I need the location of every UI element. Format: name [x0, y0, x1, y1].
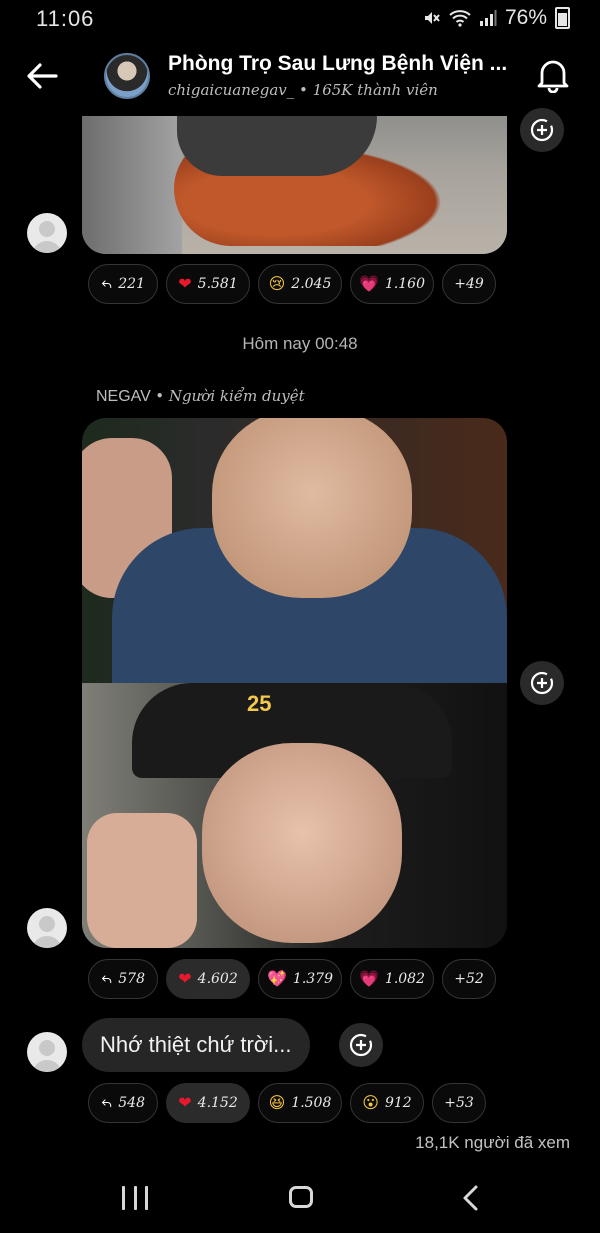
sad-face-icon: 😢 — [268, 274, 286, 293]
reaction-chip-heart[interactable]: ❤ 4.152 — [166, 1083, 250, 1123]
battery-icon — [555, 7, 570, 29]
reply-chip[interactable]: 578 — [88, 959, 158, 999]
reaction-chip-sparkling-heart[interactable]: 💖 1.379 — [258, 959, 342, 999]
reactions-row-2: 578 ❤ 4.602 💖 1.379 💗 1.082 +52 — [88, 959, 496, 999]
reaction-chip-heart[interactable]: ❤ 5.581 — [166, 264, 250, 304]
reaction-chip-grinning[interactable]: 😆 1.508 — [258, 1083, 342, 1123]
photo-selfie-cap[interactable]: 25 — [82, 683, 507, 948]
reply-icon — [102, 280, 112, 289]
timestamp: Hôm nay 00:48 — [242, 334, 358, 353]
group-avatar[interactable] — [104, 53, 150, 99]
reply-chip[interactable]: 221 — [88, 264, 158, 304]
photo-cap-print: 25 — [247, 691, 272, 716]
sender-avatar[interactable] — [27, 908, 67, 948]
sender-label: NEGAV • Người kiểm duyệt — [96, 387, 305, 406]
photo-face — [202, 743, 402, 943]
add-reaction-button[interactable] — [339, 1023, 383, 1067]
reaction-count: 912 — [384, 1095, 412, 1111]
status-icons: 76% — [421, 6, 570, 30]
sparkling-heart-icon: 💖 — [267, 969, 287, 988]
recent-apps-button[interactable] — [122, 1186, 148, 1210]
red-heart-icon: ❤ — [178, 969, 192, 988]
photo-toy-monkey[interactable] — [82, 116, 507, 254]
pink-heart-icon: 💗 — [359, 969, 379, 988]
more-reactions-chip[interactable]: +52 — [442, 959, 496, 999]
more-reactions-count: +52 — [454, 971, 484, 987]
reaction-count: 1.379 — [292, 971, 334, 987]
reaction-count: 1.160 — [384, 276, 426, 292]
reply-icon — [102, 975, 112, 984]
reactions-row-1: 221 ❤ 5.581 😢 2.045 💗 1.160 +49 — [88, 264, 496, 304]
reaction-count: 4.602 — [197, 971, 238, 987]
sender-avatar[interactable] — [27, 1032, 67, 1072]
reaction-chip-heart[interactable]: ❤ 4.602 — [166, 959, 250, 999]
reaction-count: 1.082 — [384, 971, 426, 987]
bell-icon[interactable] — [536, 57, 570, 93]
group-title[interactable]: Phòng Trọ Sau Lưng Bệnh Viện ... — [168, 52, 507, 76]
more-reactions-chip[interactable]: +53 — [432, 1083, 486, 1123]
home-button[interactable] — [289, 1186, 313, 1208]
group-subtitle: chigaicuanegav_ • 165K thành viên — [168, 81, 438, 99]
red-heart-icon: ❤ — [178, 274, 192, 293]
reaction-count: 2.045 — [291, 276, 332, 292]
photo-animal — [177, 116, 377, 176]
reaction-chip-pink-heart[interactable]: 💗 1.082 — [350, 959, 434, 999]
battery-percent: 76% — [504, 6, 547, 29]
add-reaction-icon — [530, 118, 554, 142]
status-time: 11:06 — [36, 6, 95, 31]
reaction-chip-pink-heart[interactable]: 💗 1.160 — [350, 264, 434, 304]
reaction-count: 1.508 — [291, 1095, 332, 1111]
sender-name[interactable]: NEGAV — [96, 388, 151, 405]
reaction-count: 5.581 — [197, 276, 238, 292]
add-reaction-icon — [349, 1033, 373, 1057]
wifi-icon — [449, 10, 471, 27]
photo-selfie-wink[interactable] — [82, 418, 507, 683]
back-arrow-icon[interactable] — [22, 56, 62, 96]
more-reactions-chip[interactable]: +49 — [442, 264, 496, 304]
nav-back-icon[interactable] — [461, 1184, 481, 1212]
reply-count: 221 — [118, 276, 145, 292]
reply-chip[interactable]: 548 — [88, 1083, 158, 1123]
recent-apps-icon — [122, 1186, 125, 1210]
grinning-face-icon: 😆 — [268, 1093, 286, 1112]
reaction-chip-surprised[interactable]: 😮 912 — [350, 1083, 424, 1123]
reply-count: 578 — [118, 971, 145, 987]
message-bubble[interactable]: Nhớ thiệt chứ trời... — [82, 1018, 310, 1072]
add-reaction-button[interactable] — [520, 108, 564, 152]
surprised-face-icon: 😮 — [362, 1093, 379, 1112]
recent-apps-icon-bar — [133, 1186, 137, 1210]
add-reaction-button[interactable] — [520, 661, 564, 705]
pink-heart-icon: 💗 — [359, 274, 379, 293]
reply-count: 548 — [118, 1095, 145, 1111]
reaction-count: 4.152 — [197, 1095, 238, 1111]
seen-count[interactable]: 18,1K người đã xem — [415, 1133, 570, 1153]
sender-avatar[interactable] — [27, 213, 67, 253]
reactions-row-3: 548 ❤ 4.152 😆 1.508 😮 912 +53 — [88, 1083, 486, 1123]
mute-icon — [424, 12, 440, 24]
sender-role: • Người kiểm duyệt — [155, 387, 305, 405]
reaction-chip-sad[interactable]: 😢 2.045 — [258, 264, 342, 304]
signal-icon — [479, 10, 497, 26]
add-reaction-icon — [530, 671, 554, 695]
photo-face — [212, 418, 412, 598]
photo-wall — [82, 116, 182, 254]
photo-peace-hand — [87, 813, 197, 948]
red-heart-icon: ❤ — [178, 1093, 192, 1112]
reply-icon — [102, 1099, 112, 1108]
more-reactions-count: +49 — [454, 276, 484, 292]
recent-apps-icon-bar — [145, 1186, 148, 1210]
more-reactions-count: +53 — [444, 1095, 474, 1111]
